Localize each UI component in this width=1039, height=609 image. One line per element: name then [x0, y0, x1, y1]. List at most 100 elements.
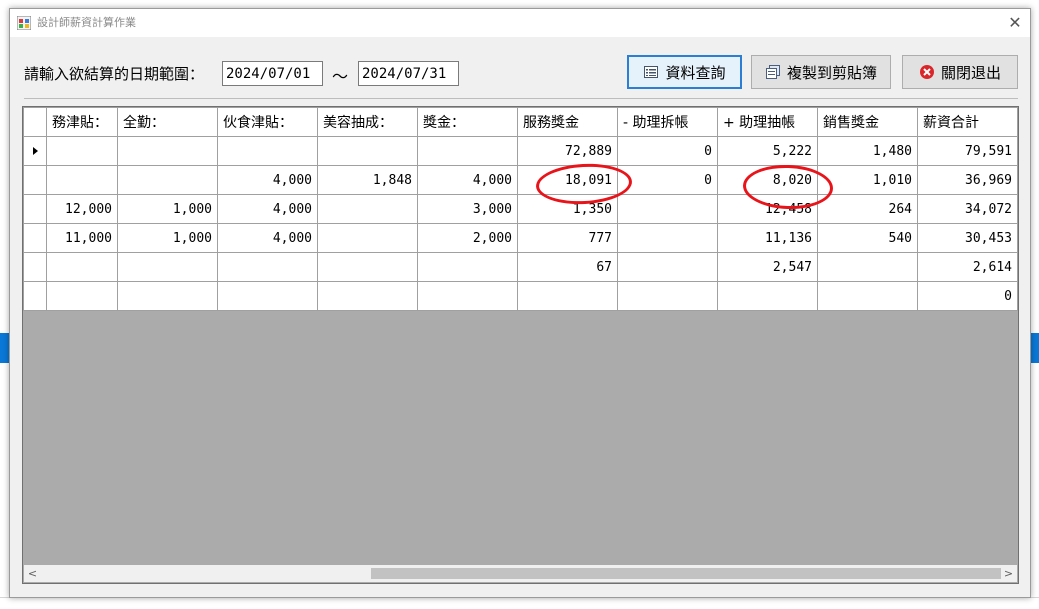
- grid-cell[interactable]: 12,458: [717, 194, 818, 224]
- grid-cell[interactable]: 1,000: [117, 194, 218, 224]
- row-header[interactable]: [23, 223, 47, 253]
- grid-cell[interactable]: 1,480: [817, 136, 918, 166]
- grid-cell[interactable]: [46, 165, 118, 195]
- date-from-input[interactable]: [222, 61, 323, 86]
- grid-cell[interactable]: 36,969: [917, 165, 1018, 195]
- grid-cell[interactable]: 4,000: [417, 165, 518, 195]
- column-header[interactable]: 美容抽成：: [317, 107, 418, 137]
- grid-cell[interactable]: 2,614: [917, 252, 1018, 282]
- grid-cell[interactable]: 2,000: [417, 223, 518, 253]
- scroll-right-icon[interactable]: >: [1000, 565, 1017, 582]
- salary-data-grid[interactable]: 務津貼： 全勤： 伙食津貼： 美容抽成： 獎金： 服務獎金 - 助理拆帳 + 助理抽帳 銷售獎金…: [22, 106, 1019, 584]
- grid-cell[interactable]: 0: [917, 281, 1018, 311]
- column-header[interactable]: 薪資合計: [917, 107, 1018, 137]
- grid-cell[interactable]: [617, 252, 718, 282]
- grid-cell[interactable]: [46, 136, 118, 166]
- grid-cell[interactable]: [517, 281, 618, 311]
- grid-cell[interactable]: [617, 194, 718, 224]
- cancel-icon: [919, 65, 934, 79]
- column-header[interactable]: 獎金：: [417, 107, 518, 137]
- row-header[interactable]: [23, 281, 47, 311]
- grid-cell[interactable]: [617, 281, 718, 311]
- grid-cell[interactable]: [217, 281, 318, 311]
- date-to-input[interactable]: [358, 61, 459, 86]
- grid-cell[interactable]: [317, 136, 418, 166]
- column-header[interactable]: 務津貼：: [46, 107, 118, 137]
- table-row[interactable]: 11,000 1,000 4,000 2,000 777 11,136 540 30,453: [23, 223, 1018, 253]
- row-header[interactable]: [23, 165, 47, 195]
- grid-cell[interactable]: [46, 281, 118, 311]
- grid-cell[interactable]: 12,000: [46, 194, 118, 224]
- grid-cell[interactable]: [617, 223, 718, 253]
- grid-cell[interactable]: 4,000: [217, 223, 318, 253]
- grid-cell[interactable]: 1,010: [817, 165, 918, 195]
- column-header[interactable]: + 助理抽帳: [717, 107, 818, 137]
- grid-cell[interactable]: 1,848: [317, 165, 418, 195]
- grid-cell[interactable]: [317, 281, 418, 311]
- scroll-left-icon[interactable]: <: [24, 565, 41, 582]
- grid-cell[interactable]: [417, 252, 518, 282]
- grid-cell[interactable]: 72,889: [517, 136, 618, 166]
- row-header[interactable]: [23, 136, 47, 166]
- grid-cell[interactable]: [817, 252, 918, 282]
- grid-cell[interactable]: 1,000: [117, 223, 218, 253]
- grid-cell[interactable]: 79,591: [917, 136, 1018, 166]
- grid-cell[interactable]: [117, 136, 218, 166]
- table-row[interactable]: 67 2,547 2,614: [23, 252, 1018, 282]
- column-header[interactable]: 伙食津貼：: [217, 107, 318, 137]
- column-header[interactable]: 服務獎金: [517, 107, 618, 137]
- row-header-corner: [23, 107, 47, 137]
- grid-cell[interactable]: 18,091: [517, 165, 618, 195]
- grid-cell[interactable]: [46, 252, 118, 282]
- close-exit-button[interactable]: 關閉退出: [902, 55, 1018, 89]
- grid-cell[interactable]: [317, 252, 418, 282]
- row-header[interactable]: [23, 194, 47, 224]
- grid-cell[interactable]: 1,350: [517, 194, 618, 224]
- grid-cell[interactable]: 0: [617, 136, 718, 166]
- table-row[interactable]: 12,000 1,000 4,000 3,000 1,350 12,458 264 34,07…: [23, 194, 1018, 224]
- grid-cell[interactable]: 2,547: [717, 252, 818, 282]
- table-row[interactable]: 72,889 0 5,222 1,480 79,591: [23, 136, 1018, 166]
- grid-cell[interactable]: [817, 281, 918, 311]
- grid-cell[interactable]: [217, 252, 318, 282]
- close-icon[interactable]: ✕: [1000, 9, 1030, 37]
- grid-cell[interactable]: [117, 252, 218, 282]
- table-row[interactable]: 0: [23, 281, 1018, 311]
- grid-cell[interactable]: 540: [817, 223, 918, 253]
- copy-icon: [765, 65, 780, 79]
- exit-button-label: 關閉退出: [940, 63, 1001, 82]
- copy-to-clipboard-button[interactable]: 複製到剪貼簿: [751, 55, 891, 89]
- query-button-label: 資料查詢: [665, 63, 726, 82]
- table-row[interactable]: 4,000 1,848 4,000 18,091 0 8,020 1,010 36,969: [23, 165, 1018, 195]
- column-header[interactable]: - 助理拆帳: [617, 107, 718, 137]
- grid-cell[interactable]: 3,000: [417, 194, 518, 224]
- row-header[interactable]: [23, 252, 47, 282]
- grid-cell[interactable]: [717, 281, 818, 311]
- grid-cell[interactable]: 4,000: [217, 194, 318, 224]
- grid-cell[interactable]: [417, 281, 518, 311]
- scrollbar-thumb[interactable]: [371, 568, 1001, 579]
- grid-cell[interactable]: 67: [517, 252, 618, 282]
- horizontal-scrollbar[interactable]: < >: [24, 565, 1017, 582]
- grid-cell[interactable]: [217, 136, 318, 166]
- grid-cell[interactable]: 11,000: [46, 223, 118, 253]
- grid-cell[interactable]: [317, 223, 418, 253]
- grid-cell[interactable]: 264: [817, 194, 918, 224]
- grid-cell[interactable]: [117, 281, 218, 311]
- grid-cell[interactable]: [317, 194, 418, 224]
- grid-cell[interactable]: 777: [517, 223, 618, 253]
- grid-cell[interactable]: 0: [617, 165, 718, 195]
- grid-cell[interactable]: [117, 165, 218, 195]
- grid-cell[interactable]: 11,136: [717, 223, 818, 253]
- grid-cell[interactable]: 8,020: [717, 165, 818, 195]
- grid-cell[interactable]: 5,222: [717, 136, 818, 166]
- grid-cell[interactable]: [417, 136, 518, 166]
- background-selected-row-right: [1031, 333, 1039, 363]
- grid-cell[interactable]: 30,453: [917, 223, 1018, 253]
- grid-cell[interactable]: 34,072: [917, 194, 1018, 224]
- column-header[interactable]: 全勤：: [117, 107, 218, 137]
- query-button[interactable]: 資料查詢: [627, 55, 742, 89]
- window-title: 設計師薪資計算作業: [37, 16, 136, 29]
- grid-cell[interactable]: 4,000: [217, 165, 318, 195]
- column-header[interactable]: 銷售獎金: [817, 107, 918, 137]
